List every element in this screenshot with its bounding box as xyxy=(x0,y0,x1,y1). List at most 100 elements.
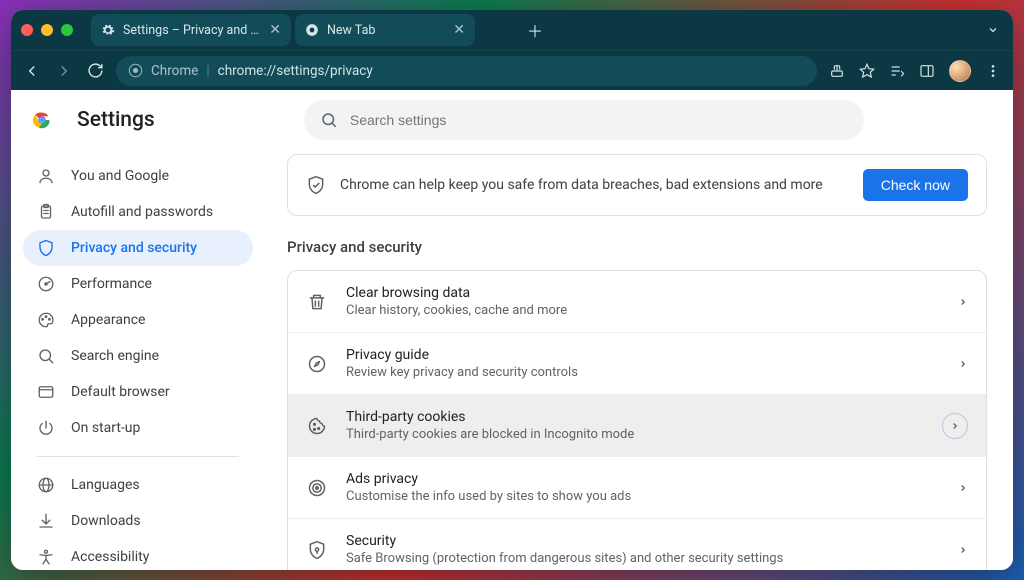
sidebar-item-default-browser[interactable]: Default browser xyxy=(23,374,253,410)
settings-row-third-party-cookies[interactable]: Third-party cookies Third-party cookies … xyxy=(288,394,986,456)
globe-icon xyxy=(37,476,55,494)
sidebar-item-label: Default browser xyxy=(71,384,170,400)
search-input[interactable] xyxy=(350,112,848,128)
chrome-logo-icon xyxy=(31,109,53,131)
toolbar: Chrome | chrome://settings/privacy xyxy=(11,50,1013,90)
settings-row-clear-browsing-data[interactable]: Clear browsing data Clear history, cooki… xyxy=(288,271,986,332)
search-icon xyxy=(37,347,55,365)
row-title: Security xyxy=(346,533,940,549)
chevron-right-icon xyxy=(958,483,968,493)
main-panel: Chrome can help keep you safe from data … xyxy=(261,150,1013,570)
bookmark-icon[interactable] xyxy=(859,63,875,79)
chrome-icon xyxy=(305,23,319,37)
url-prefix: Chrome xyxy=(151,63,198,79)
safety-check-banner: Chrome can help keep you safe from data … xyxy=(287,154,987,216)
titlebar: Settings – Privacy and security ✕ New Ta… xyxy=(11,10,1013,50)
sidebar-divider xyxy=(37,456,239,457)
chevron-right-icon xyxy=(958,297,968,307)
gauge-icon xyxy=(37,275,55,293)
profile-avatar[interactable] xyxy=(949,60,971,82)
settings-row-ads-privacy[interactable]: Ads privacy Customise the info used by s… xyxy=(288,456,986,518)
side-panel-icon[interactable] xyxy=(919,63,935,79)
sidebar-item-you-and-google[interactable]: You and Google xyxy=(23,158,253,194)
tab-label: Settings – Privacy and security xyxy=(123,23,261,38)
row-title: Third-party cookies xyxy=(346,409,924,425)
row-title: Clear browsing data xyxy=(346,285,940,301)
row-subtitle: Third-party cookies are blocked in Incog… xyxy=(346,427,924,442)
shield-check-icon xyxy=(306,175,326,195)
security-icon xyxy=(306,540,328,560)
tabstrip: Settings – Privacy and security ✕ New Ta… xyxy=(91,14,514,46)
forward-button[interactable] xyxy=(55,62,73,80)
window-icon xyxy=(37,383,55,401)
sidebar-item-languages[interactable]: Languages xyxy=(23,467,253,503)
sidebar-item-downloads[interactable]: Downloads xyxy=(23,503,253,539)
chevron-right-icon xyxy=(942,413,968,439)
sidebar-item-label: Languages xyxy=(71,477,140,493)
tab[interactable]: New Tab ✕ xyxy=(295,14,475,46)
settings-row-privacy-guide[interactable]: Privacy guide Review key privacy and sec… xyxy=(288,332,986,394)
compass-icon xyxy=(306,354,328,374)
close-window-button[interactable] xyxy=(21,24,33,36)
sidebar-item-label: Performance xyxy=(71,276,152,292)
target-icon xyxy=(306,478,328,498)
cookie-icon xyxy=(306,416,328,436)
chevron-right-icon xyxy=(958,359,968,369)
check-now-button[interactable]: Check now xyxy=(863,169,968,201)
sidebar-item-label: Appearance xyxy=(71,312,145,328)
tab-close-icon[interactable]: ✕ xyxy=(453,22,465,38)
sidebar-item-appearance[interactable]: Appearance xyxy=(23,302,253,338)
accessibility-icon xyxy=(37,548,55,566)
back-button[interactable] xyxy=(23,62,41,80)
row-title: Privacy guide xyxy=(346,347,940,363)
sidebar-item-label: Downloads xyxy=(71,513,141,529)
sidebar-item-performance[interactable]: Performance xyxy=(23,266,253,302)
settings-card: Clear browsing data Clear history, cooki… xyxy=(287,270,987,570)
new-tab-button[interactable]: ＋ xyxy=(522,17,548,43)
palette-icon xyxy=(37,311,55,329)
window-controls xyxy=(21,24,73,36)
page-content: Settings You and Google Autofill and pas… xyxy=(11,90,1013,570)
omnibox[interactable]: Chrome | chrome://settings/privacy xyxy=(116,56,817,86)
shield-icon xyxy=(37,239,55,257)
share-icon[interactable] xyxy=(829,63,845,79)
reload-button[interactable] xyxy=(87,62,104,79)
sidebar-item-search-engine[interactable]: Search engine xyxy=(23,338,253,374)
sidebar-item-label: Search engine xyxy=(71,348,159,364)
sidebar-item-label: Accessibility xyxy=(71,549,149,565)
tab-close-icon[interactable]: ✕ xyxy=(269,22,281,38)
settings-search[interactable] xyxy=(304,100,864,140)
search-icon xyxy=(320,111,338,129)
minimize-window-button[interactable] xyxy=(41,24,53,36)
sidebar-item-on-start-up[interactable]: On start-up xyxy=(23,410,253,446)
download-icon xyxy=(37,512,55,530)
row-subtitle: Clear history, cookies, cache and more xyxy=(346,303,940,318)
site-info-icon[interactable] xyxy=(128,63,143,78)
menu-icon[interactable] xyxy=(985,63,1001,79)
gear-icon xyxy=(101,23,115,37)
tab-dropdown-icon[interactable] xyxy=(987,24,999,36)
settings-header: Settings xyxy=(11,90,1013,150)
person-icon xyxy=(37,167,55,185)
reading-list-icon[interactable] xyxy=(889,63,905,79)
sidebar-item-privacy-and-security[interactable]: Privacy and security xyxy=(23,230,253,266)
row-title: Ads privacy xyxy=(346,471,940,487)
sidebar-item-label: Autofill and passwords xyxy=(71,204,213,220)
banner-text: Chrome can help keep you safe from data … xyxy=(340,177,849,193)
row-subtitle: Review key privacy and security controls xyxy=(346,365,940,380)
maximize-window-button[interactable] xyxy=(61,24,73,36)
sidebar-item-label: Privacy and security xyxy=(71,240,197,256)
url-text: chrome://settings/privacy xyxy=(218,63,373,79)
sidebar: You and Google Autofill and passwords Pr… xyxy=(11,150,261,570)
sidebar-item-label: On start-up xyxy=(71,420,140,436)
settings-row-security[interactable]: Security Safe Browsing (protection from … xyxy=(288,518,986,570)
trash-icon xyxy=(306,292,328,312)
tab-active[interactable]: Settings – Privacy and security ✕ xyxy=(91,14,291,46)
sidebar-item-autofill-and-passwords[interactable]: Autofill and passwords xyxy=(23,194,253,230)
chevron-right-icon xyxy=(958,545,968,555)
page-title: Settings xyxy=(77,108,155,132)
sidebar-item-accessibility[interactable]: Accessibility xyxy=(23,539,253,570)
row-subtitle: Customise the info used by sites to show… xyxy=(346,489,940,504)
power-icon xyxy=(37,419,55,437)
section-title: Privacy and security xyxy=(287,238,987,256)
